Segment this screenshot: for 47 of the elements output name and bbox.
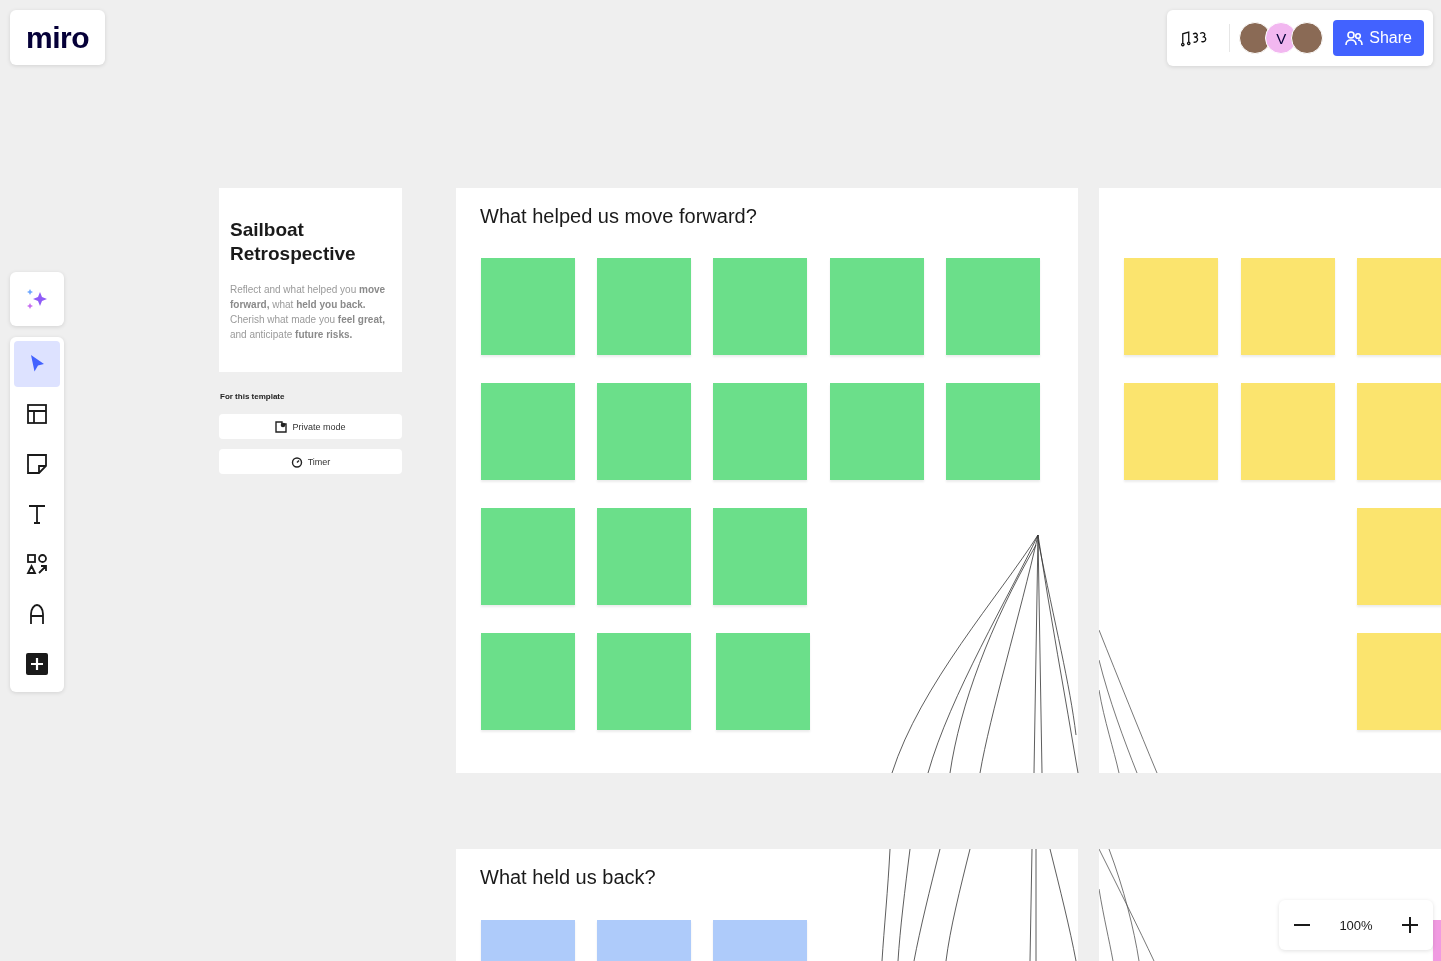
- sticky-note[interactable]: [713, 258, 807, 355]
- sticky-note[interactable]: [1357, 258, 1441, 355]
- section-label: For this template: [220, 392, 285, 401]
- sticky-note[interactable]: [1357, 508, 1441, 605]
- zoom-level: 100%: [1339, 917, 1373, 933]
- template-action-button[interactable]: Private mode: [219, 414, 402, 439]
- minus-icon: [1293, 924, 1311, 926]
- template-description: Reflect and what helped you move forward, what held you back. Cherish what made you feel great, and anticipate future risks.: [230, 283, 387, 342]
- template-title: Sailboat Retrospective: [230, 218, 357, 266]
- layout-icon: [25, 402, 49, 426]
- avatar-placeholder[interactable]: [1291, 22, 1324, 54]
- sticky-note[interactable]: [481, 508, 575, 605]
- ai-assist-button[interactable]: [10, 272, 64, 326]
- sticky-note[interactable]: [597, 633, 691, 730]
- sticky-note[interactable]: [716, 633, 810, 730]
- sticky-note[interactable]: [946, 258, 1040, 355]
- timer-icon: [290, 455, 303, 468]
- zoom-in-button[interactable]: [1401, 916, 1419, 934]
- sticky-note[interactable]: [481, 258, 575, 355]
- sticky-note[interactable]: [1241, 383, 1335, 480]
- users-icon: [1345, 30, 1364, 46]
- sticky-note[interactable]: [1241, 258, 1335, 355]
- plus-icon: [25, 652, 49, 676]
- sticky-note[interactable]: [713, 508, 807, 605]
- sticky-note[interactable]: [1124, 383, 1218, 480]
- sticky-note[interactable]: [1124, 258, 1218, 355]
- template-action-button[interactable]: Timer: [219, 449, 402, 474]
- sticky-note[interactable]: [597, 508, 691, 605]
- sticky-note[interactable]: [597, 383, 691, 480]
- frame-title: What held us back?: [480, 866, 656, 889]
- private-mode-icon: [275, 420, 288, 433]
- logo-card[interactable]: miro: [10, 10, 105, 65]
- sticky-note[interactable]: [713, 383, 807, 480]
- shapes-icon: [25, 552, 49, 576]
- sticky-note-icon: [25, 452, 49, 476]
- sticky-note[interactable]: [830, 258, 924, 355]
- share-button[interactable]: Share: [1333, 20, 1424, 56]
- frame-title: What helped us move forward?: [480, 205, 757, 228]
- sticky-note[interactable]: [597, 258, 691, 355]
- miro-logo: miro: [26, 20, 89, 55]
- sticky-note[interactable]: [1357, 383, 1441, 480]
- sticky-note[interactable]: [830, 383, 924, 480]
- sticky-note[interactable]: [946, 383, 1040, 480]
- sticky-note[interactable]: [481, 633, 575, 730]
- sticky-note[interactable]: [1357, 633, 1441, 730]
- plus-icon: [1401, 916, 1419, 934]
- sticky-note[interactable]: [481, 383, 575, 480]
